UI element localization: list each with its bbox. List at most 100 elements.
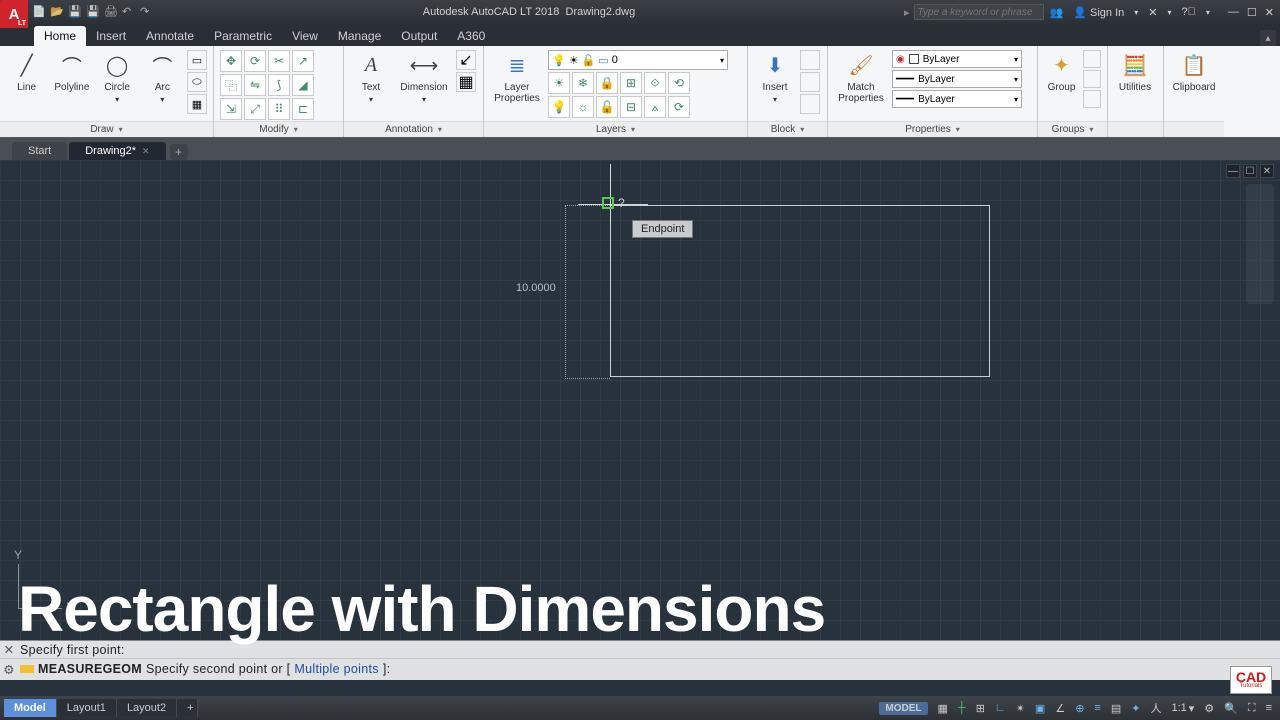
cmd-close-icon[interactable]: ✕ [2,642,16,657]
minimize-button[interactable]: — [1228,6,1239,19]
polar-toggle-icon[interactable]: ✴ [1016,702,1025,715]
vp-close-icon[interactable]: ✕ [1260,164,1274,178]
linetype-dropdown[interactable]: ━━━ByLayer▾ [892,70,1022,88]
panel-layers-label[interactable]: Layers [484,121,747,137]
panel-groups-label[interactable]: Groups [1038,121,1107,137]
add-tab-button[interactable]: + [170,144,188,160]
layer-properties-button[interactable]: ≣Layer Properties [490,50,544,104]
vp-maximize-icon[interactable]: ☐ [1243,164,1257,178]
layout1-tab[interactable]: Layout1 [57,699,117,717]
color-dropdown[interactable]: ◉ByLayer▾ [892,50,1022,68]
panel-draw-label[interactable]: Draw [0,121,213,137]
offset-icon[interactable]: ⊏ [292,98,314,120]
clipboard-button[interactable]: 📋Clipboard [1170,50,1218,93]
chamfer-icon[interactable]: ◢ [292,74,314,96]
close-tab-icon[interactable]: ✕ [142,146,150,157]
leader-icon[interactable]: ↙ [456,50,476,70]
command-line[interactable]: ✕ Specify first point: ⚙ MEASUREGEOM Spe… [0,640,1280,680]
ortho-toggle-icon[interactable]: ∟ [995,702,1006,714]
layer-on-icon[interactable]: 💡 [548,96,570,118]
layer-off-icon[interactable]: ☀ [548,72,570,94]
navigation-bar[interactable] [1246,184,1274,304]
doc-tab-drawing2[interactable]: Drawing2*✕ [69,142,165,160]
ellipse-icon[interactable]: ⬭ [187,72,207,92]
layer-dropdown[interactable]: 💡☀🔓▭0▾ [548,50,728,70]
stretch-icon[interactable]: ⇲ [220,98,242,120]
ungroup-icon[interactable] [1083,50,1101,68]
vp-minimize-icon[interactable]: — [1226,164,1240,178]
panel-annotation-label[interactable]: Annotation [344,121,483,137]
table-icon[interactable]: ▦ [456,72,476,92]
group-button[interactable]: ✦Group [1044,50,1079,93]
save-icon[interactable]: 💾 [68,5,82,19]
hatch-icon[interactable]: ▦ [187,94,207,114]
lineweight-dropdown[interactable]: ━━━ByLayer▾ [892,90,1022,108]
exchange-icon[interactable]: ✕ [1148,6,1157,19]
tab-annotate[interactable]: Annotate [136,26,204,46]
lwt-toggle-icon[interactable]: ≡ [1094,702,1100,714]
model-badge[interactable]: MODEL [879,702,927,715]
mirror-icon[interactable]: ⇋ [244,74,266,96]
group-bbox-icon[interactable] [1083,90,1101,108]
search-input[interactable] [914,4,1044,20]
layer-match-icon[interactable]: ⟐ [644,72,666,94]
utilities-button[interactable]: 🧮Utilities [1114,50,1156,93]
tab-parametric[interactable]: Parametric [204,26,282,46]
signin-button[interactable]: 👤 Sign In [1073,6,1124,19]
tab-a360[interactable]: A360 [447,26,495,46]
panel-properties-label[interactable]: Properties [828,121,1037,137]
circle-button[interactable]: ◯Circle▾ [97,50,138,104]
close-button[interactable]: ✕ [1265,6,1274,19]
app-logo[interactable]: A [0,0,28,28]
otrack-toggle-icon[interactable]: ∠ [1055,702,1065,715]
infocenter-icon[interactable]: 👥 [1050,6,1064,19]
layer-uniso-icon[interactable]: ⊟ [620,96,642,118]
layout2-tab[interactable]: Layout2 [117,699,177,717]
layer-freeze-icon[interactable]: ❄ [572,72,594,94]
tab-insert[interactable]: Insert [86,26,136,46]
dyn-input-icon[interactable]: ⊕ [1075,702,1084,715]
model-tab[interactable]: Model [4,699,57,717]
help-icon[interactable]: ?⃝ [1182,6,1196,18]
cmd-options-icon[interactable]: ⚙ [2,662,16,677]
redo-icon[interactable]: ↷ [140,5,154,19]
trim-icon[interactable]: ✂ [268,50,290,72]
saveas-icon[interactable]: 💾 [86,5,100,19]
tab-output[interactable]: Output [391,26,447,46]
layer-unlock-icon[interactable]: 🔓 [596,96,618,118]
snap-toggle-icon[interactable]: ⊞ [976,702,985,715]
tab-manage[interactable]: Manage [328,26,391,46]
ribbon-minimize-icon[interactable]: ▴ [1260,30,1276,46]
new-icon[interactable]: 📄 [32,5,46,19]
osnap-toggle-icon[interactable]: ▣ [1035,702,1045,715]
layer-state-icon[interactable]: ⟳ [668,96,690,118]
text-button[interactable]: AText▾ [350,50,392,104]
plot-icon[interactable]: 🖨 [104,5,118,19]
rotate-icon[interactable]: ⟳ [244,50,266,72]
layer-thaw-icon[interactable]: ☼ [572,96,594,118]
undo-icon[interactable]: ↶ [122,5,136,19]
maximize-button[interactable]: ☐ [1247,6,1257,19]
match-properties-button[interactable]: 🖌Match Properties [834,50,888,104]
group-edit-icon[interactable] [1083,70,1101,88]
tab-home[interactable]: Home [34,26,86,46]
copy-icon[interactable]: ⿻ [220,74,242,96]
clean-screen-icon[interactable]: ⛶ [1248,702,1256,715]
attribute-icon[interactable] [800,94,820,114]
add-layout-icon[interactable]: + [177,699,198,717]
workspace-icon[interactable]: ⚙ [1204,702,1214,715]
customize-icon[interactable]: ≡ [1266,702,1272,714]
annotation-scale[interactable]: 1:1 ▾ [1171,702,1194,715]
anno-monitor-icon[interactable]: 🔍 [1224,702,1238,715]
move-icon[interactable]: ✥ [220,50,242,72]
insert-button[interactable]: ⬇Insert▾ [754,50,796,104]
qp-icon[interactable]: ✦ [1131,702,1140,715]
fillet-icon[interactable]: ⟆ [268,74,290,96]
array-icon[interactable]: ⠿ [268,98,290,120]
transparency-icon[interactable]: ▤ [1111,702,1121,715]
rect-icon[interactable]: ▭ [187,50,207,70]
arc-button[interactable]: ⌒Arc▾ [142,50,183,104]
panel-modify-label[interactable]: Modify [214,121,343,137]
layer-walk-icon[interactable]: ⟑ [644,96,666,118]
extend-icon[interactable]: ↗ [292,50,314,72]
